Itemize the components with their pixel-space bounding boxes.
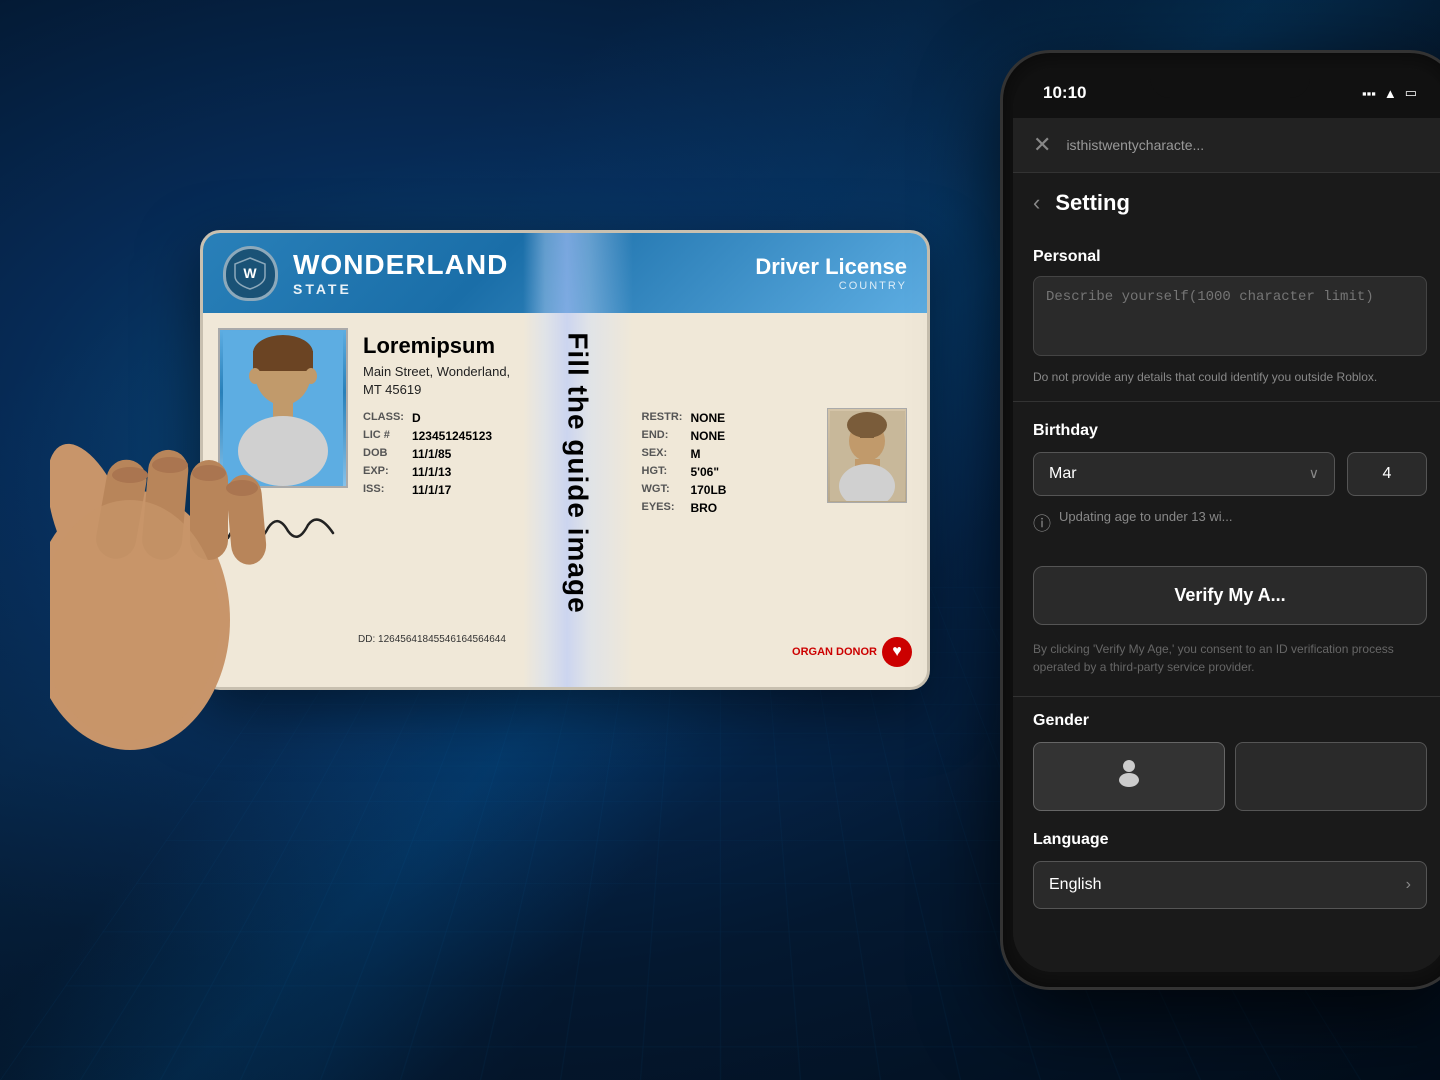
age-warning: ⓘ Updating age to under 13 wi... [1033,508,1427,536]
birthday-row: Mar ∨ 4 [1033,452,1427,496]
wifi-icon: ▲ [1384,86,1397,101]
age-warning-text: Updating age to under 13 wi... [1059,508,1232,526]
phone-notch [1150,68,1310,98]
gender-option-2[interactable] [1235,742,1427,811]
back-button[interactable]: ‹ [1033,190,1040,216]
license-type: Driver License COUNTRY [755,254,907,292]
hand-holding-card [50,260,300,760]
phone-screen: 10:10 ▪▪▪ ▲ ▭ ✕ isthistwentycharacte... … [1013,68,1440,972]
organ-donor: ORGAN DONOR ♥ [792,637,912,667]
id-card: W WONDERLAND STATE Driver License COUNTR… [200,230,930,690]
info-icon: ⓘ [1033,510,1051,536]
divider-1 [1013,401,1440,402]
settings-header: ‹ Setting [1013,173,1440,233]
gender-section: Gender [1013,702,1440,821]
phone-mockup: 10:10 ▪▪▪ ▲ ▭ ✕ isthistwentycharacte... … [960,50,1440,990]
language-label: Language [1033,831,1427,849]
gender-options [1033,742,1427,811]
personal-warning: Do not provide any details that could id… [1033,369,1427,386]
state-name: WONDERLAND STATE [293,249,740,297]
verify-age-button[interactable]: Verify My A... [1033,566,1427,625]
chevron-right-icon: › [1406,876,1411,894]
personal-section: Personal Do not provide any details that… [1013,233,1440,396]
username-display: isthistwentycharacte... [1066,137,1204,153]
app-content: ✕ isthistwentycharacte... ‹ Setting Pers… [1013,118,1440,972]
chevron-down-icon: ∨ [1309,465,1319,482]
heart-icon: ♥ [882,637,912,667]
small-photo [827,408,907,503]
language-value: English [1049,876,1101,894]
personal-label: Personal [1033,248,1427,266]
month-select[interactable]: Mar ∨ [1033,452,1335,496]
birthday-label: Birthday [1033,422,1427,440]
signal-icon: ▪▪▪ [1362,86,1376,101]
language-selector[interactable]: English › [1033,861,1427,909]
holder-name: Loremipsum [363,333,912,359]
verify-disclaimer: By clicking 'Verify My Age,' you consent… [1013,640,1440,691]
describe-textarea[interactable] [1033,276,1427,356]
holder-address: Main Street, Wonderland, MT 45619 [363,363,912,399]
id-card-area: W WONDERLAND STATE Driver License COUNTR… [80,200,880,720]
language-section: Language English › [1013,821,1440,919]
battery-icon: ▭ [1405,85,1417,101]
gender-option-1[interactable] [1033,742,1225,811]
close-button[interactable]: ✕ [1033,132,1051,158]
app-top-bar: ✕ isthistwentycharacte... [1013,118,1440,173]
day-input[interactable]: 4 [1347,452,1427,496]
month-value: Mar [1049,465,1077,483]
guide-text-container: Fill the guide image [543,283,613,663]
person-icon [1114,758,1144,795]
divider-2 [1013,696,1440,697]
phone-frame: 10:10 ▪▪▪ ▲ ▭ ✕ isthistwentycharacte... … [1000,50,1440,990]
birthday-section: Birthday Mar ∨ 4 ⓘ Updating age to under… [1013,407,1440,551]
guide-text: Fill the guide image [562,332,594,613]
gender-label: Gender [1033,712,1427,730]
settings-title: Setting [1055,190,1130,216]
status-time: 10:10 [1043,83,1086,103]
status-icons: ▪▪▪ ▲ ▭ [1362,85,1417,101]
